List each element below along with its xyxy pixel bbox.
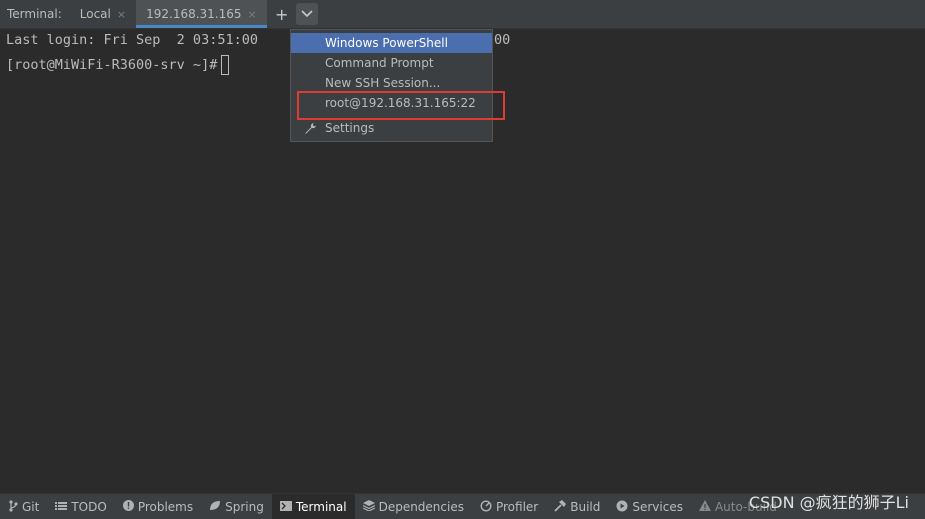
ide-terminal-window: Terminal: Local × 192.168.31.165 × + Las…	[0, 0, 925, 519]
menu-item-label: Settings	[325, 121, 375, 135]
terminal-cursor	[221, 55, 230, 75]
spring-leaf-icon	[209, 500, 221, 514]
tool-window-label: TODO	[71, 500, 107, 514]
git-branch-icon	[8, 499, 18, 515]
terminal-line-tail: 00	[494, 32, 511, 48]
warning-icon	[698, 500, 711, 514]
menu-item-label: Command Prompt	[325, 56, 434, 70]
tool-window-label: Problems	[137, 500, 194, 514]
tool-window-dependencies[interactable]: Dependencies	[355, 494, 472, 519]
tool-window-label: Profiler	[495, 500, 539, 514]
new-session-dropdown-menu: Windows PowerShell Command Prompt New SS…	[290, 29, 493, 142]
tool-window-terminal[interactable]: Terminal	[271, 494, 355, 519]
menu-item-settings[interactable]: Settings	[291, 118, 492, 138]
tab-label: 192.168.31.165	[146, 7, 242, 21]
terminal-label: Terminal:	[7, 7, 62, 21]
tool-window-label: Dependencies	[378, 500, 464, 514]
tool-window-build[interactable]: Build	[546, 494, 608, 519]
add-tab-icon[interactable]: +	[271, 3, 293, 25]
tool-window-problems[interactable]: Problems	[115, 494, 201, 519]
prompt-text: [root@MiWiFi-R3600-srv ~]#	[6, 57, 218, 73]
tool-window-label: Terminal	[295, 500, 347, 514]
menu-item-new-ssh-session[interactable]: New SSH Session...	[291, 73, 492, 93]
chevron-down-icon[interactable]	[295, 3, 318, 25]
layers-icon	[362, 500, 375, 514]
tab-local[interactable]: Local ×	[70, 0, 136, 28]
terminal-tab-bar: Terminal: Local × 192.168.31.165 × +	[0, 0, 925, 29]
terminal-line: Last login: Fri Sep 2 03:51:00	[6, 32, 258, 48]
close-icon[interactable]: ×	[117, 8, 126, 21]
profiler-icon	[480, 499, 492, 515]
tool-window-git[interactable]: Git	[0, 494, 47, 519]
tool-window-label: Services	[632, 500, 683, 514]
menu-item-label: Windows PowerShell	[325, 36, 448, 50]
tool-window-services[interactable]: Services	[608, 494, 691, 519]
wrench-icon	[304, 118, 317, 142]
tool-window-label: Spring	[225, 500, 264, 514]
close-icon[interactable]: ×	[248, 8, 257, 21]
info-icon	[122, 500, 134, 514]
menu-item-windows-powershell[interactable]: Windows PowerShell	[291, 33, 492, 53]
tab-label: Local	[79, 7, 111, 21]
csdn-watermark: CSDN @疯狂的狮子Li	[748, 493, 909, 512]
terminal-icon	[279, 500, 292, 514]
tool-window-label: Build	[570, 500, 601, 514]
menu-item-command-prompt[interactable]: Command Prompt	[291, 53, 492, 73]
menu-item-label: New SSH Session...	[325, 76, 441, 90]
services-icon	[616, 500, 628, 515]
tool-window-spring[interactable]: Spring	[201, 494, 272, 519]
terminal-prompt: [root@MiWiFi-R3600-srv ~]#	[6, 55, 230, 75]
hammer-icon	[554, 499, 567, 515]
annotation-highlight-box	[297, 91, 505, 120]
tool-window-profiler[interactable]: Profiler	[472, 494, 546, 519]
tool-window-label: Git	[22, 500, 40, 514]
tab-remote-session[interactable]: 192.168.31.165 ×	[136, 0, 267, 28]
tool-window-todo[interactable]: TODO	[47, 494, 114, 519]
list-icon	[55, 501, 68, 514]
